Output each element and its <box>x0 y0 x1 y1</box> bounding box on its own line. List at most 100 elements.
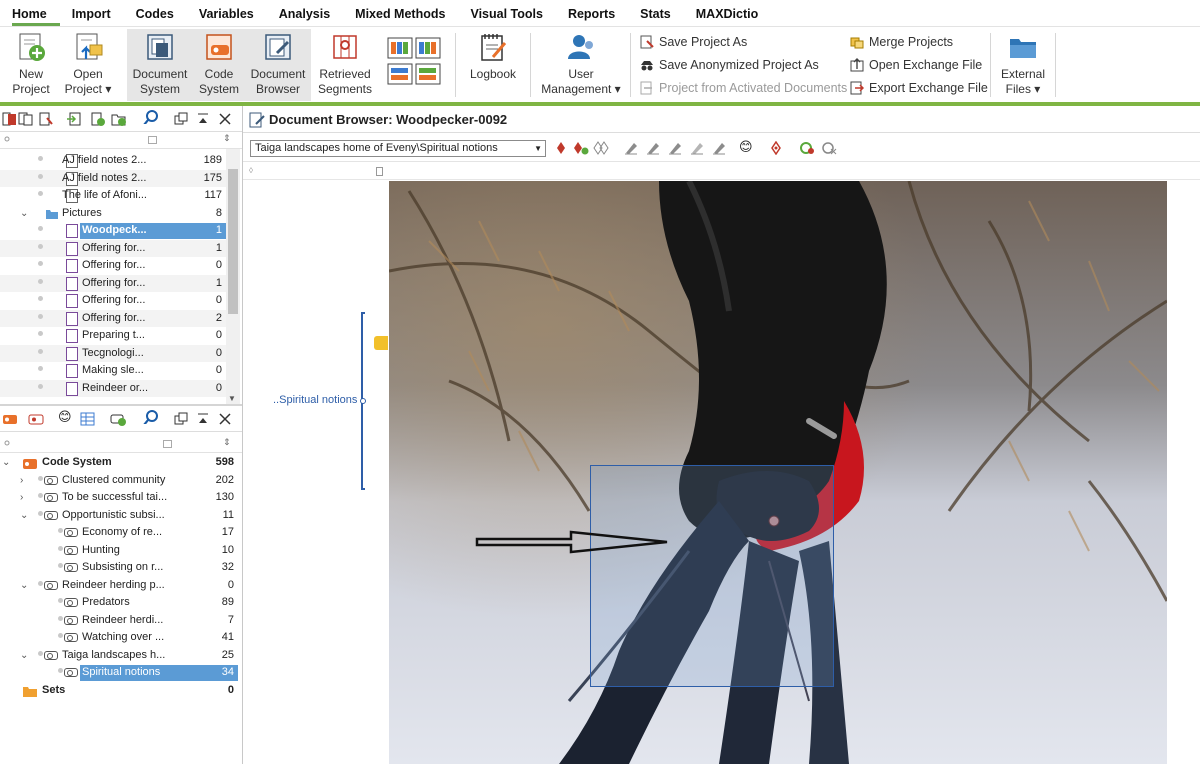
document-tree-row[interactable]: Offering for... 0 <box>0 257 226 275</box>
activation-dot[interactable] <box>38 313 43 319</box>
menu-variables[interactable]: Variables <box>199 0 267 26</box>
code-tree-row[interactable]: › To be successful tai... 130 <box>0 489 238 507</box>
code-tree-row[interactable]: Spiritual notions 34 <box>0 664 238 682</box>
coded-image-region[interactable] <box>590 465 834 687</box>
code-tree-row[interactable]: Economy of re... 17 <box>0 524 238 542</box>
maximize-codes-icon[interactable] <box>196 412 212 426</box>
activation-dot[interactable] <box>38 493 43 498</box>
menu-maxdictio[interactable]: MAXDictio <box>696 0 772 26</box>
collapse-caret-icon[interactable]: › <box>20 472 23 490</box>
code-tree-row[interactable]: Reindeer herdi... 7 <box>0 612 238 630</box>
collapse-caret-icon[interactable]: › <box>20 489 23 507</box>
import-icon[interactable] <box>66 112 82 126</box>
menu-visual-tools[interactable]: Visual Tools <box>470 0 555 26</box>
coding-stripe-handle[interactable] <box>360 398 366 404</box>
new-code-icon[interactable] <box>110 412 126 426</box>
maximize-pane-icon[interactable] <box>196 112 212 126</box>
document-tree-row[interactable]: AJ field notes 2... 175 <box>0 169 226 187</box>
save-project-as-button[interactable]: Save Project As <box>640 32 747 52</box>
merge-projects-button[interactable]: Merge Projects <box>850 32 953 52</box>
activation-dot[interactable] <box>38 331 43 336</box>
activation-dot[interactable] <box>38 261 43 266</box>
logbook-button[interactable]: Logbook <box>462 29 524 101</box>
code-multi-icon[interactable] <box>593 141 609 155</box>
highlighter-icon-5[interactable] <box>712 141 726 155</box>
activation-dot[interactable] <box>38 226 43 231</box>
document-tree-row[interactable]: Offering for... 1 <box>0 274 226 292</box>
activation-dot[interactable] <box>58 598 63 603</box>
code-search-bar[interactable]: ⇕ <box>0 437 242 453</box>
menu-reports[interactable]: Reports <box>568 0 628 26</box>
user-management-button[interactable]: User Management ▾ <box>538 29 624 101</box>
document-tree-row[interactable]: The life of Afoni... 117 <box>0 187 226 205</box>
code-refresh-icon[interactable] <box>799 141 815 155</box>
activation-dot[interactable] <box>38 580 43 586</box>
document-tree-row[interactable]: Preparing t... 0 <box>0 327 226 345</box>
close-icon[interactable] <box>218 112 234 126</box>
menu-mixed-methods[interactable]: Mixed Methods <box>355 0 458 26</box>
emoticon-icon[interactable]: 😊 <box>58 409 74 424</box>
activation-dot[interactable] <box>38 650 43 656</box>
retrieved-segments-button[interactable]: Retrieved Segments <box>313 29 377 101</box>
menu-codes[interactable]: Codes <box>136 0 187 26</box>
code-system-root[interactable]: ⌄ Code System 598 <box>0 454 238 472</box>
remove-code-icon[interactable] <box>821 141 837 155</box>
activation-dot[interactable] <box>38 348 43 354</box>
document-search-bar[interactable]: ⇕ <box>0 133 242 149</box>
document-tree-row[interactable]: ⌄ Pictures 8 <box>0 205 226 223</box>
code-tree-row[interactable]: Predators 89 <box>0 594 238 612</box>
new-project-button[interactable]: New Project <box>8 29 54 101</box>
close-codes-icon[interactable] <box>218 412 234 426</box>
menu-analysis[interactable]: Analysis <box>279 0 343 26</box>
expand-caret-icon[interactable]: ⌄ <box>20 507 28 525</box>
scroll-down-icon[interactable]: ▼ <box>228 394 236 403</box>
document-tree-row[interactable]: Reindeer or... 0 <box>0 379 226 397</box>
project-from-activated-button[interactable]: Project from Activated Documents <box>640 78 847 98</box>
search-codes-icon[interactable] <box>143 410 159 424</box>
sets-root[interactable]: Sets 0 <box>0 682 238 700</box>
activation-dot[interactable] <box>38 191 43 196</box>
activation-dot[interactable] <box>58 633 63 638</box>
activation-dot[interactable] <box>38 366 43 371</box>
code-color-icon[interactable] <box>28 412 44 426</box>
activate-documents-icon[interactable] <box>2 112 18 126</box>
code-tree-row[interactable]: Subsisting on r... 32 <box>0 559 238 577</box>
color-code-icon[interactable] <box>770 141 782 155</box>
search-icon[interactable] <box>143 110 159 124</box>
activation-dot[interactable] <box>58 528 63 533</box>
document-browser-button[interactable]: Document Browser <box>245 29 311 101</box>
document-tree-row[interactable]: Making sle... 0 <box>0 362 226 380</box>
expand-caret-icon[interactable]: ⌄ <box>20 647 28 665</box>
menu-import[interactable]: Import <box>72 0 124 26</box>
document-tree-row[interactable]: Woodpeck... 1 <box>0 222 226 240</box>
code-pin-icon[interactable] <box>555 141 567 155</box>
scrollbar-thumb[interactable] <box>228 169 238 314</box>
code-select-dropdown[interactable]: Taiga landscapes home of Eveny\Spiritual… <box>250 140 546 157</box>
sort-icon[interactable]: ⇕ <box>223 133 231 144</box>
activation-dot[interactable] <box>38 296 43 301</box>
activation-dot[interactable] <box>58 615 63 621</box>
open-exchange-button[interactable]: Open Exchange File <box>850 55 982 75</box>
document-filter-icon[interactable] <box>38 112 54 126</box>
code-tree-row[interactable]: › Clustered community 202 <box>0 472 238 490</box>
undock-icon[interactable] <box>174 112 190 126</box>
margin-code-label[interactable]: ..Spiritual notions <box>273 394 357 406</box>
memo-marker[interactable] <box>374 336 388 350</box>
activate-codes-icon[interactable] <box>2 412 18 426</box>
undock-codes-icon[interactable] <box>174 412 190 426</box>
activation-dot[interactable] <box>38 173 43 179</box>
document-tree-row[interactable]: AJ field notes 2... 189 <box>0 152 226 170</box>
code-tree-row[interactable]: ⌄ Taiga landscapes h... 25 <box>0 647 238 665</box>
document-system-button[interactable]: Document System <box>127 29 193 101</box>
export-exchange-button[interactable]: Export Exchange File <box>850 78 988 98</box>
activation-dot[interactable] <box>38 243 43 249</box>
open-project-button[interactable]: Open Project ▾ <box>62 29 114 101</box>
document-tree-row[interactable]: Offering for... 1 <box>0 239 226 257</box>
code-matrix-icon[interactable] <box>80 412 96 426</box>
activation-dot[interactable] <box>58 545 63 551</box>
sort-icon-2[interactable]: ⇕ <box>223 437 231 448</box>
document-tree-scrollbar[interactable]: ▼ <box>226 149 240 404</box>
new-document-group-icon[interactable] <box>111 112 127 126</box>
highlighter-icon-3[interactable] <box>668 141 682 155</box>
menu-home[interactable]: Home <box>12 0 60 26</box>
